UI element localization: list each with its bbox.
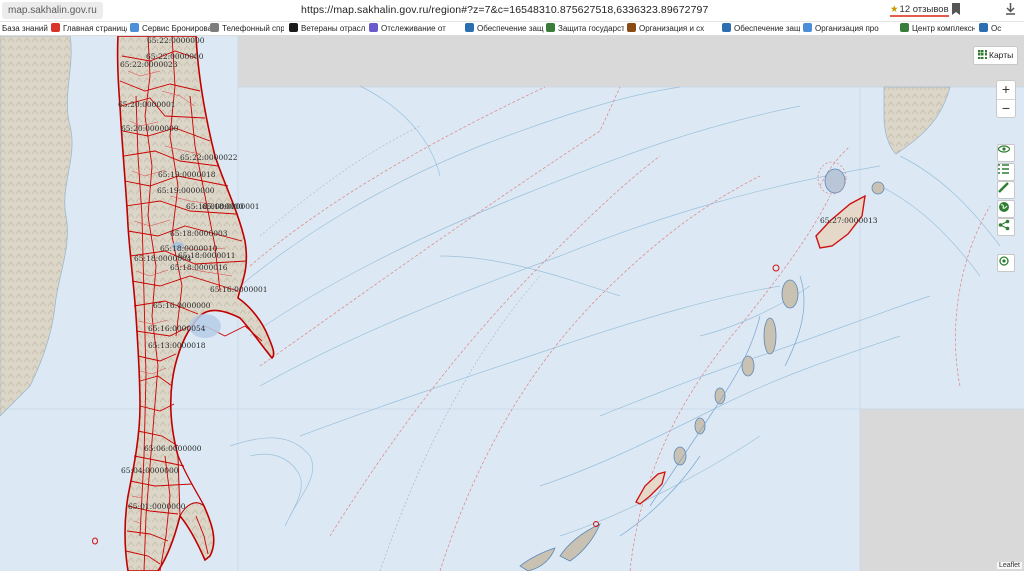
parcel-label[interactable]: 65:27:0000013 — [820, 216, 878, 225]
bookmark-1[interactable]: Главная страница — [51, 23, 127, 35]
bookmark-favicon-icon — [627, 23, 636, 32]
bookmark-favicon-icon — [130, 23, 139, 32]
legend-list-icon[interactable] — [997, 163, 1015, 181]
attribution-link[interactable]: Leaflet — [996, 562, 1022, 569]
bookmark-favicon-icon — [900, 23, 909, 32]
bookmark-2[interactable]: Сервис Бронирова — [130, 23, 214, 35]
parcel-label[interactable]: 65:01:0000000 — [128, 502, 186, 511]
bookmark-favicon-icon — [546, 23, 555, 32]
reviews-label: 12 отзывов — [899, 4, 949, 15]
parcel-label[interactable]: 65:18:0000016 — [170, 263, 228, 272]
url-text[interactable]: https://map.sakhalin.gov.ru/region#?z=7&… — [301, 4, 708, 16]
eye-icon[interactable] — [997, 144, 1015, 162]
zoom-control: + − — [996, 80, 1016, 118]
parcel-label[interactable]: 65:18:0000001 — [202, 202, 260, 211]
bookmark-6[interactable]: Обеспечение защ — [465, 23, 545, 35]
parcel-label[interactable]: 65:18:0000011 — [178, 251, 236, 260]
unloaded-tile — [238, 36, 1024, 87]
zoom-out-button[interactable]: − — [997, 100, 1015, 118]
share-icon[interactable] — [997, 218, 1015, 236]
parcel-label[interactable]: 65:20:0000000 — [121, 124, 179, 133]
bookmark-favicon-icon — [465, 23, 474, 32]
parcel-label[interactable]: 65:22:0000022 — [180, 153, 238, 162]
parcel-label[interactable]: 65:22:0000000 — [146, 52, 204, 61]
site-chip[interactable]: map.sakhalin.gov.ru — [2, 2, 103, 19]
bookmark-7[interactable]: Защита государст — [546, 23, 624, 35]
bookmark-favicon-icon — [51, 23, 60, 32]
parcel-label[interactable]: 65:19:0000018 — [158, 170, 216, 179]
bookmark-favicon-icon — [210, 23, 219, 32]
parcel-label[interactable]: 65:06:0000000 — [144, 444, 202, 453]
globe-icon[interactable] — [997, 200, 1015, 218]
bookmark-12[interactable]: Ос — [979, 23, 1023, 35]
parcel-label[interactable]: 65:22:0000000 — [147, 36, 205, 45]
bookmark-favicon-icon — [803, 23, 812, 32]
parcel-label[interactable]: 65:16:0000000 — [153, 301, 211, 310]
bookmark-9[interactable]: Обеспечение защ — [722, 23, 800, 35]
reviews-link[interactable]: ★12 отзывов — [890, 4, 949, 17]
parcel-label[interactable]: 65:19:0000000 — [157, 186, 215, 195]
bookmark-5[interactable]: Отслеживание от — [369, 23, 447, 35]
download-icon[interactable] — [1003, 3, 1017, 17]
bookmark-favicon-icon — [979, 23, 988, 32]
bookmark-icon[interactable] — [949, 3, 963, 17]
parcel-label[interactable]: 65:16:0000001 — [210, 285, 268, 294]
bookmark-favicon-icon — [289, 23, 298, 32]
parcel-label[interactable]: 65:20:0000001 — [118, 100, 176, 109]
unloaded-tile — [860, 409, 1024, 571]
address-bar: map.sakhalin.gov.ru https://map.sakhalin… — [0, 0, 1024, 22]
parcel-label[interactable]: 65:22:0000023 — [120, 60, 178, 69]
parcel-label[interactable]: 65:04:0000000 — [121, 466, 179, 475]
locate-icon[interactable] — [997, 254, 1015, 272]
bookmark-10[interactable]: Организация про — [803, 23, 883, 35]
bookmark-11[interactable]: Центр комплексн — [900, 23, 975, 35]
bookmark-8[interactable]: Организация и сх — [627, 23, 717, 35]
star-icon: ★ — [890, 4, 899, 15]
bookmark-3[interactable]: Телефонный спра — [210, 23, 284, 35]
ruler-icon[interactable] — [997, 181, 1015, 199]
bookmark-0[interactable]: База знаний — [2, 23, 48, 35]
parcel-label[interactable]: 65:18:0000003 — [170, 229, 228, 238]
base-maps-button[interactable]: Карты — [973, 46, 1019, 65]
bookmark-favicon-icon — [722, 23, 731, 32]
grid-icon — [978, 50, 987, 59]
zoom-in-button[interactable]: + — [997, 81, 1015, 99]
bookmarks-bar: База знаний Главная страница Сервис Брон… — [0, 22, 1024, 36]
parcel-label[interactable]: 65:13:0000018 — [148, 341, 206, 350]
parcel-label[interactable]: 65:16:0000054 — [148, 324, 206, 333]
bookmark-favicon-icon — [369, 23, 378, 32]
bookmark-4[interactable]: Ветераны отрасл — [289, 23, 365, 35]
map-view[interactable]: 65:22:0000000 65:22:0000023 65:22:000000… — [0, 36, 1024, 571]
